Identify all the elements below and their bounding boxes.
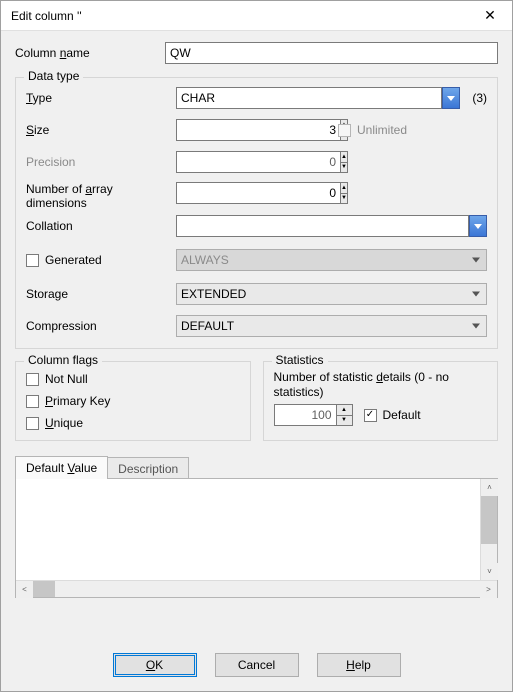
cancel-button[interactable]: Cancel	[215, 653, 299, 677]
pk-checkbox[interactable]	[26, 395, 39, 408]
collation-dropdown-button[interactable]	[469, 215, 487, 237]
stats-default-label: Default	[383, 408, 421, 422]
size-input[interactable]	[176, 119, 340, 141]
array-spin-down[interactable]: ▼	[340, 193, 348, 205]
dialog-title: Edit column ''	[11, 9, 468, 23]
unlimited-checkbox-row: Unlimited	[338, 123, 407, 137]
storage-combo[interactable]: EXTENDED	[176, 283, 487, 305]
generated-combo: ALWAYS	[176, 249, 487, 271]
storage-label: Storage	[26, 287, 168, 301]
vertical-scrollbar[interactable]: ˄ ˅	[480, 479, 497, 580]
type-length-suffix: (3)	[472, 91, 487, 105]
collation-label: Collation	[26, 219, 168, 233]
compression-label: Compression	[26, 319, 168, 333]
data-type-group: Data type Type (3) Size	[15, 77, 498, 349]
array-label: Number of array dimensions	[26, 182, 168, 210]
type-dropdown-button[interactable]	[442, 87, 460, 109]
precision-spin-down: ▼	[340, 162, 348, 174]
ok-button[interactable]: OK	[113, 653, 197, 677]
generated-checkbox[interactable]	[26, 254, 39, 267]
notnull-label: Not Null	[45, 372, 88, 386]
generated-label: Generated	[45, 253, 102, 267]
precision-label: Precision	[26, 155, 168, 169]
unique-label: Unique	[45, 416, 83, 430]
statistics-label: Number of statistic details (0 - no stat…	[274, 370, 488, 400]
edit-column-dialog: Edit column '' ✕ Column name Data type T…	[0, 0, 513, 692]
chevron-down-icon	[472, 292, 480, 297]
statistics-input	[274, 404, 336, 426]
titlebar: Edit column '' ✕	[1, 1, 512, 31]
stats-default-row[interactable]: Default	[364, 408, 421, 422]
column-flags-group: Column flags Not Null Primary Key Unique	[15, 361, 251, 441]
stats-spin-down: ▼	[336, 415, 353, 427]
dialog-content: Column name Data type Type (3)	[1, 31, 512, 643]
help-button[interactable]: Help	[317, 653, 401, 677]
statistics-group: Statistics Number of statistic details (…	[263, 361, 499, 441]
precision-spin-up: ▲	[340, 151, 348, 162]
unique-checkbox[interactable]	[26, 417, 39, 430]
tab-default-value[interactable]: Default Value	[15, 456, 108, 479]
stats-default-checkbox[interactable]	[364, 409, 377, 422]
pk-label: Primary Key	[45, 394, 110, 408]
precision-input	[176, 151, 340, 173]
notnull-checkbox[interactable]	[26, 373, 39, 386]
collation-combo[interactable]	[176, 215, 469, 237]
chevron-down-icon	[474, 224, 482, 229]
notnull-row[interactable]: Not Null	[26, 372, 240, 386]
compression-combo[interactable]: DEFAULT	[176, 315, 487, 337]
unique-row[interactable]: Unique	[26, 416, 240, 430]
tab-description[interactable]: Description	[107, 457, 189, 480]
pk-row[interactable]: Primary Key	[26, 394, 240, 408]
close-button[interactable]: ✕	[468, 1, 512, 31]
type-combo[interactable]	[176, 87, 442, 109]
chevron-down-icon	[472, 324, 480, 329]
array-spin-up[interactable]: ▲	[340, 182, 348, 193]
generated-checkbox-row[interactable]: Generated	[26, 253, 168, 267]
dialog-buttons: OK Cancel Help	[1, 643, 512, 691]
horizontal-scrollbar[interactable]: < >	[16, 580, 497, 597]
data-type-legend: Data type	[24, 69, 83, 83]
column-flags-legend: Column flags	[24, 353, 102, 367]
unlimited-label: Unlimited	[357, 123, 407, 137]
stats-spin-up: ▲	[336, 404, 353, 415]
column-name-input[interactable]	[165, 42, 498, 64]
column-name-label: Column name	[15, 46, 157, 60]
array-dim-input[interactable]	[176, 182, 340, 204]
statistics-legend: Statistics	[272, 353, 328, 367]
size-label: Size	[26, 123, 168, 137]
default-value-editor[interactable]: ˄ ˅ < >	[15, 478, 498, 598]
type-label: Type	[26, 91, 168, 105]
unlimited-checkbox	[338, 124, 351, 137]
tabs: Default Value Description	[15, 455, 498, 478]
chevron-down-icon	[472, 258, 480, 263]
column-name-row: Column name	[15, 41, 498, 65]
chevron-down-icon	[447, 96, 455, 101]
